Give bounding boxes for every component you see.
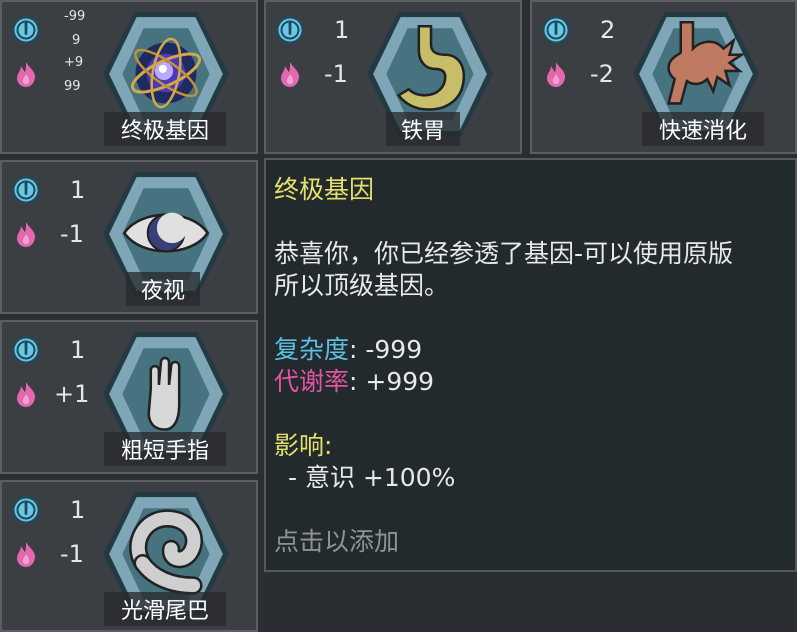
gene-name: 光滑尾巴 xyxy=(104,592,226,626)
gene-name: 粗短手指 xyxy=(104,432,226,466)
metabolism-icon xyxy=(12,540,40,568)
add-gene-prompt[interactable]: 点击以添加 xyxy=(274,526,787,558)
metabolism-icon xyxy=(12,60,40,88)
complexity-value: 2 xyxy=(600,16,616,44)
gene-card-night-vision[interactable]: 1 -1 夜视 xyxy=(0,160,258,314)
complexity-icon xyxy=(12,496,40,524)
metabolism-detail-value: : +999 xyxy=(349,367,435,396)
metabolism-value: +1 xyxy=(54,380,90,408)
effect-item: - 意识 +100% xyxy=(288,463,456,492)
effects-label: 影响: xyxy=(274,431,333,460)
metabolism-icon xyxy=(542,60,570,88)
detail-description-line1: 恭喜你，你已经参透了基因-可以使用原版 xyxy=(274,239,734,268)
gene-name: 快速消化 xyxy=(642,112,764,146)
metabolism-value-extra: 99 xyxy=(64,79,81,94)
complexity-value: 1 xyxy=(70,496,86,524)
complexity-icon xyxy=(12,176,40,204)
detail-metabolism-row: 代谢率: +999 xyxy=(274,366,787,398)
metabolism-icon xyxy=(12,220,40,248)
metabolism-value: +9 xyxy=(64,55,84,70)
gene-card-iron-stomach[interactable]: 1 -1 铁胃 xyxy=(264,0,522,154)
metabolism-icon xyxy=(276,60,304,88)
complexity-icon xyxy=(542,16,570,44)
gene-name: 终极基因 xyxy=(104,112,226,146)
complexity-value-extra: 9 xyxy=(72,33,81,48)
complexity-value: 1 xyxy=(334,16,350,44)
metabolism-icon xyxy=(12,380,40,408)
complexity-value: 1 xyxy=(70,336,86,364)
metabolism-value: -1 xyxy=(324,60,348,88)
gene-name: 夜视 xyxy=(126,272,200,306)
metabolism-value: -1 xyxy=(60,540,84,568)
complexity-value: 1 xyxy=(70,176,86,204)
gene-card-fast-digestion[interactable]: 2 -2 快速消化 xyxy=(530,0,797,154)
complexity-detail-value: : -999 xyxy=(349,335,423,364)
complexity-icon xyxy=(276,16,304,44)
detail-description-line2: 所以顶级基因。 xyxy=(274,271,450,300)
gene-detail-panel: 终极基因 恭喜你，你已经参透了基因-可以使用原版 所以顶级基因。 复杂度: -9… xyxy=(264,158,797,572)
metabolism-label: 代谢率 xyxy=(274,367,350,396)
complexity-value: -99 xyxy=(64,9,86,24)
stubby-hand-icon xyxy=(147,356,181,431)
gene-card-stubby-fingers[interactable]: 1 +1 粗短手指 xyxy=(0,320,258,474)
complexity-label: 复杂度 xyxy=(274,335,350,364)
detail-complexity-row: 复杂度: -999 xyxy=(274,334,787,366)
metabolism-value: -1 xyxy=(60,220,84,248)
complexity-icon xyxy=(12,336,40,364)
detail-title: 终极基因 xyxy=(274,175,375,204)
metabolism-value: -2 xyxy=(590,60,614,88)
gene-card-smooth-tail[interactable]: 1 -1 光滑尾巴 xyxy=(0,480,258,632)
gene-card-ultimate[interactable]: -99 9 +9 99 终极基因 xyxy=(0,0,258,154)
gene-name: 铁胃 xyxy=(386,112,460,146)
complexity-icon xyxy=(12,16,40,44)
